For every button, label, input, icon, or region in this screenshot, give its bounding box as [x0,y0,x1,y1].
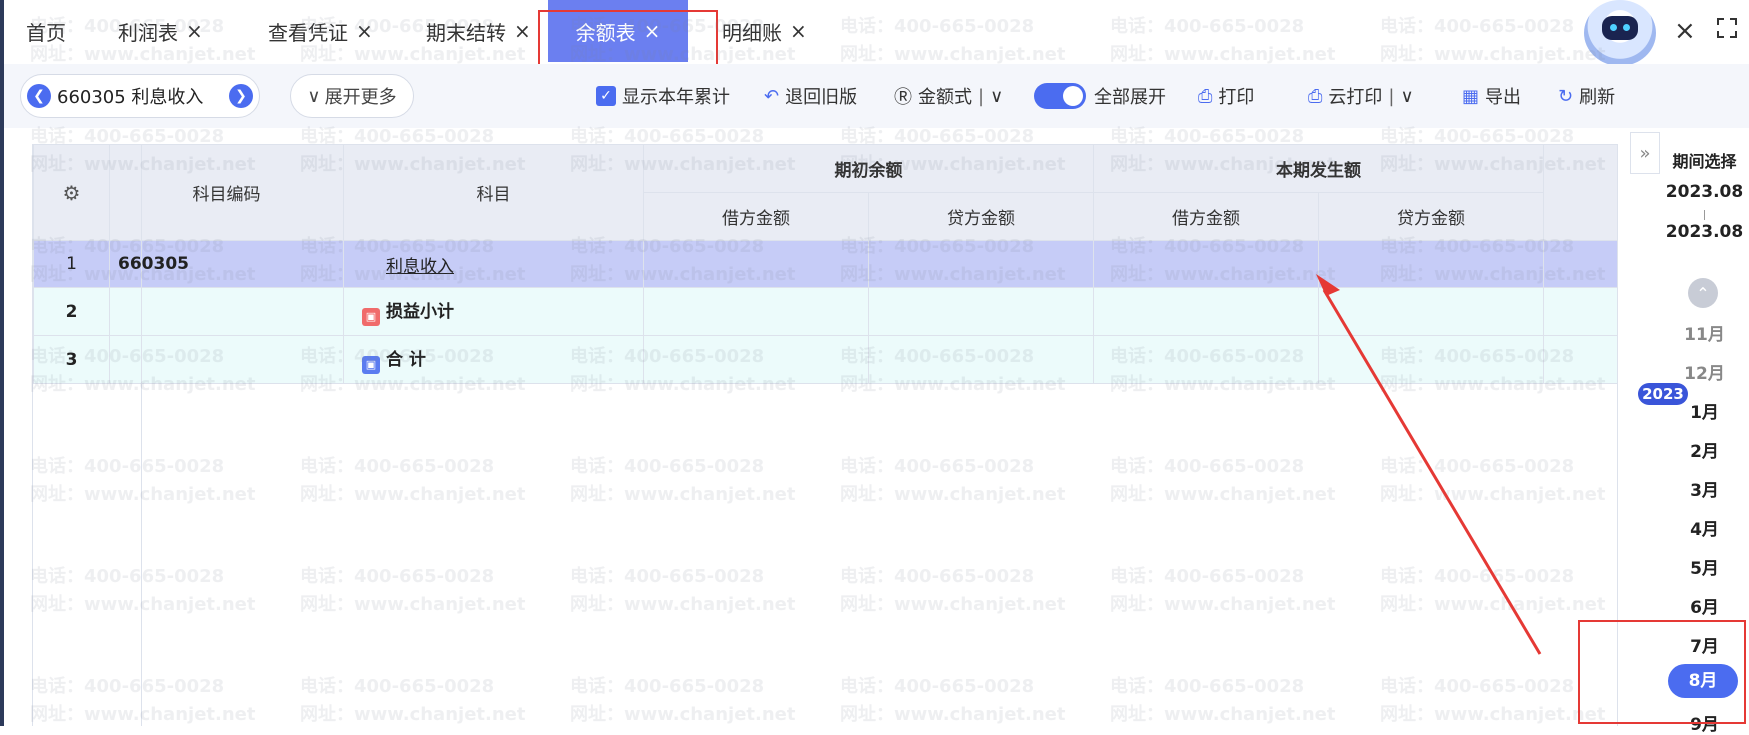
annotation-box-month [1578,620,1746,724]
month-item[interactable]: 6月 [1660,593,1749,618]
period-end[interactable]: 2023.08 [1660,222,1749,242]
month-item[interactable]: 11月 [1660,320,1749,345]
scroll-up-icon[interactable]: ⌃ [1688,278,1718,308]
month-item[interactable]: 3月 [1660,476,1749,501]
month-item[interactable]: 12月 [1660,359,1749,384]
period-start[interactable]: 2023.08 [1660,182,1749,202]
month-item[interactable]: 5月 [1660,554,1749,579]
period-panel-title: 期间选择 [1672,152,1737,171]
annotation-arrow [1316,274,1542,655]
month-item[interactable]: 2月 [1660,437,1749,462]
year-badge: 2023 [1638,383,1688,405]
collapse-panel-icon[interactable]: » [1630,132,1660,174]
month-item[interactable]: 4月 [1660,515,1749,540]
